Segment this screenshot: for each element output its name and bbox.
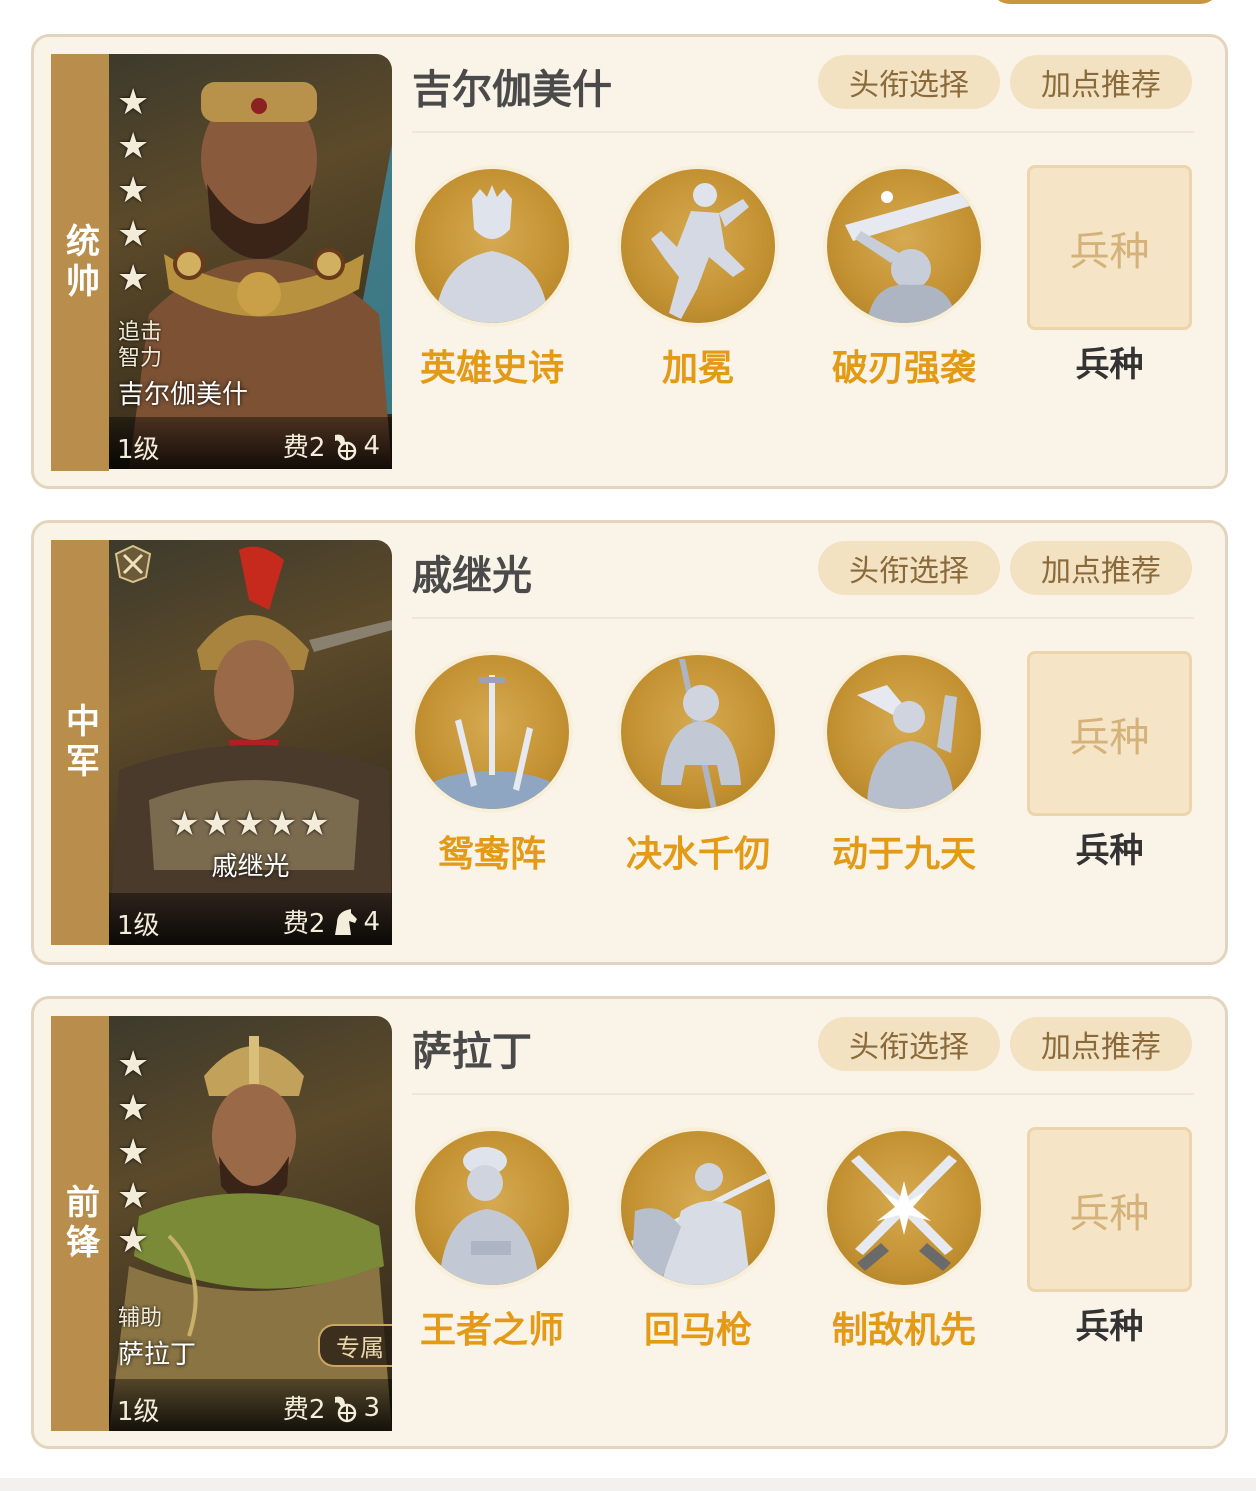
skill-name: 英雄史诗 xyxy=(419,348,564,389)
star-icon: ★ xyxy=(117,1044,150,1085)
hero-portrait[interactable]: ★★★★★ 戚继光 1级 费2 4 xyxy=(109,540,392,945)
portrait-footer: 1级 费2 4 xyxy=(109,893,392,945)
skill-name: 破刃强袭 xyxy=(831,348,976,389)
hero-bust-icon xyxy=(411,165,573,327)
hero-card-vanguard: 前锋 ★ ★ ★ ★ ★ 专属 辅助 萨拉丁 1级 费2 3 萨拉丁 头衔选择 … xyxy=(31,996,1228,1449)
role-label: 前锋 xyxy=(59,1183,100,1264)
hero-trait-tag: 智力 xyxy=(118,346,163,371)
star-icon: ★ xyxy=(117,1088,150,1129)
title-select-button[interactable]: 头衔选择 xyxy=(818,1017,1000,1071)
divider xyxy=(412,617,1194,619)
skill-name: 加冕 xyxy=(661,348,734,389)
mounted-spearman-icon xyxy=(617,1127,779,1289)
sword-strike-icon xyxy=(823,165,985,327)
star-icon: ★ xyxy=(117,258,150,299)
divider xyxy=(412,131,1194,133)
troop-count: 4 xyxy=(363,906,380,937)
title-select-button[interactable]: 头衔选择 xyxy=(818,55,1000,109)
star-icon: ★ xyxy=(117,1132,150,1173)
hero-portrait[interactable]: ★ ★ ★ ★ ★ 专属 辅助 萨拉丁 1级 费2 3 xyxy=(109,1016,392,1431)
hero-level: 1级 xyxy=(117,435,160,465)
role-strip: 统帅 xyxy=(51,54,109,471)
skill-name: 动于九天 xyxy=(831,834,976,875)
hero-portrait[interactable]: ★ ★ ★ ★ ★ 追击 智力 吉尔伽美什 1级 费2 4 xyxy=(109,54,392,469)
title-select-button[interactable]: 头衔选择 xyxy=(818,541,1000,595)
star-column: ★ ★ ★ ★ ★ xyxy=(117,84,149,298)
skill-slot[interactable]: 加冕 xyxy=(598,165,798,391)
horn-blower-icon xyxy=(823,651,985,813)
cost-label: 费2 xyxy=(282,1395,326,1425)
hero-card-commander: 统帅 ★ ★ ★ ★ ★ 追击 智力 吉尔伽美什 1级 费2 4 吉尔伽美什 头… xyxy=(31,34,1228,489)
horse-icon xyxy=(335,908,358,935)
portrait-art xyxy=(109,546,392,945)
role-strip: 中军 xyxy=(51,540,109,945)
hero-name: 戚继光 xyxy=(412,553,532,599)
cost-group: 费2 4 xyxy=(283,903,380,940)
skill-slot[interactable]: 王者之师 xyxy=(392,1127,592,1353)
skill-slot[interactable]: 破刃强袭 xyxy=(804,165,1004,391)
skill-name: 制敌机先 xyxy=(831,1310,976,1351)
star-icon: ★ xyxy=(117,126,150,167)
troop-type-label: 兵种 xyxy=(1075,831,1144,871)
chariot-icon xyxy=(335,434,357,460)
star-icon: ★ xyxy=(117,1176,150,1217)
star-icon: ★ xyxy=(117,82,150,123)
three-swords-icon xyxy=(411,651,573,813)
skill-name: 王者之师 xyxy=(419,1310,564,1351)
points-recommend-button[interactable]: 加点推荐 xyxy=(1010,1017,1192,1071)
divider xyxy=(412,1093,1194,1095)
exclusive-badge: 专属 xyxy=(318,1324,392,1367)
leaping-figure-icon xyxy=(617,165,779,327)
role-label: 中军 xyxy=(59,702,100,783)
chariot-icon xyxy=(335,1396,357,1422)
role-strip: 前锋 xyxy=(51,1016,109,1431)
star-row: ★★★★★ xyxy=(169,804,332,844)
troop-type-label: 兵种 xyxy=(1075,345,1144,385)
star-icon: ★ xyxy=(117,170,150,211)
turbaned-king-icon xyxy=(411,1127,573,1289)
cost-group: 费2 4 xyxy=(283,427,380,464)
portrait-name: 戚继光 xyxy=(211,852,290,882)
hero-name: 吉尔伽美什 xyxy=(412,67,612,113)
troop-type-slot[interactable]: 兵种 xyxy=(1027,651,1192,816)
cost-label: 费2 xyxy=(282,909,326,939)
skill-name: 决水千仞 xyxy=(625,834,770,875)
hero-trait-tag: 辅助 xyxy=(118,1306,163,1331)
portrait-footer: 1级 费2 3 xyxy=(109,1379,392,1431)
portrait-name: 萨拉丁 xyxy=(118,1340,197,1370)
hero-level: 1级 xyxy=(117,911,160,941)
hero-name: 萨拉丁 xyxy=(412,1029,532,1075)
kneeling-knight-icon xyxy=(617,651,779,813)
troop-type-label: 兵种 xyxy=(1075,1307,1144,1347)
crossed-swords-icon xyxy=(823,1127,985,1289)
star-column: ★ ★ ★ ★ ★ xyxy=(117,1046,149,1260)
points-recommend-button[interactable]: 加点推荐 xyxy=(1010,541,1192,595)
skill-name: 回马枪 xyxy=(643,1310,752,1351)
star-icon: ★ xyxy=(117,1220,150,1261)
troop-count: 3 xyxy=(363,1392,380,1423)
portrait-name: 吉尔伽美什 xyxy=(118,380,249,410)
star-icon: ★ xyxy=(117,214,150,255)
hero-card-center: 中军 ★★★★★ 戚继光 1级 费2 4 戚继光 头衔选择 加点推荐 鸳鸯阵 决… xyxy=(31,520,1228,965)
skill-name: 鸳鸯阵 xyxy=(437,834,546,875)
role-label: 统帅 xyxy=(59,222,100,303)
troop-count: 4 xyxy=(363,430,380,461)
troop-type-slot[interactable]: 兵种 xyxy=(1027,1127,1192,1292)
skill-slot[interactable]: 决水千仞 xyxy=(598,651,798,877)
portrait-footer: 1级 费2 4 xyxy=(109,417,392,469)
hero-level: 1级 xyxy=(117,1397,160,1427)
cost-label: 费2 xyxy=(282,433,326,463)
skill-slot[interactable]: 动于九天 xyxy=(804,651,1004,877)
crossed-swords-badge-icon xyxy=(114,544,152,584)
skill-slot[interactable]: 英雄史诗 xyxy=(392,165,592,391)
top-tab-edge xyxy=(990,0,1220,4)
cost-group: 费2 3 xyxy=(283,1389,380,1426)
skill-slot[interactable]: 回马枪 xyxy=(598,1127,798,1353)
troop-type-slot[interactable]: 兵种 xyxy=(1027,165,1192,330)
skill-slot[interactable]: 制敌机先 xyxy=(804,1127,1004,1353)
hero-trait-tag: 追击 xyxy=(118,320,163,345)
bottom-band xyxy=(0,1478,1256,1491)
points-recommend-button[interactable]: 加点推荐 xyxy=(1010,55,1192,109)
skill-slot[interactable]: 鸳鸯阵 xyxy=(392,651,592,877)
